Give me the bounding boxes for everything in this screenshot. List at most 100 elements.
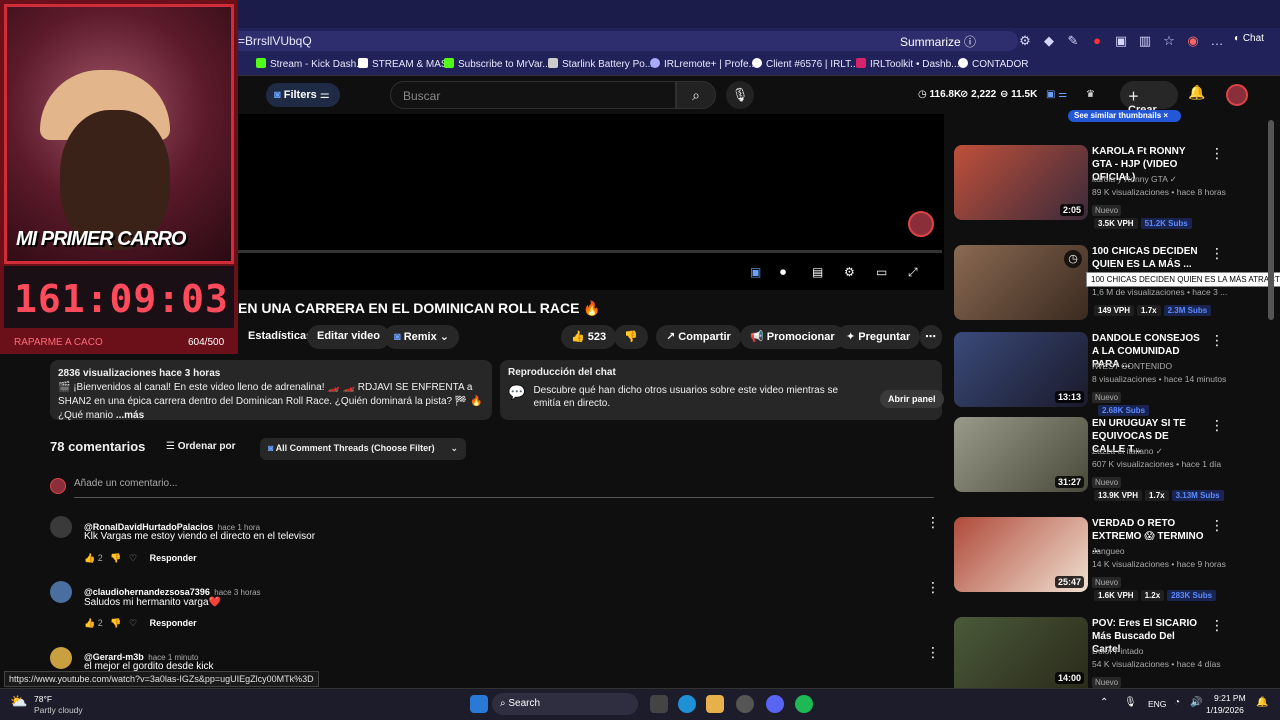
profile-icon[interactable]: ◉: [1184, 32, 1202, 50]
brush-icon[interactable]: ✎: [1064, 32, 1082, 50]
clock-date[interactable]: 1/19/2026: [1206, 705, 1244, 715]
voice-search-button[interactable]: 🎙: [726, 81, 754, 109]
screenshot-icon[interactable]: ▣: [1112, 32, 1130, 50]
thumbs-down-icon[interactable]: 👎: [110, 618, 121, 628]
discord-icon[interactable]: [766, 695, 784, 713]
settings-icon[interactable]: ⚙: [844, 265, 855, 279]
weather-icon[interactable]: ⛅: [10, 693, 27, 710]
menu-icon[interactable]: …: [1208, 32, 1226, 50]
rec-channel[interactable]: Zazza el italiano ✓: [1092, 445, 1163, 458]
rec-channel[interactable]: Dolor Pintado: [1092, 645, 1144, 658]
promote-button[interactable]: 📢 Promocionar: [740, 325, 845, 349]
thumbs-down-icon[interactable]: 👎: [110, 553, 121, 563]
remix-button[interactable]: ◙ Remix ⌄: [384, 325, 460, 349]
volume-icon[interactable]: 🔊: [1190, 697, 1202, 708]
comment-menu-icon[interactable]: ⋮: [926, 514, 940, 531]
filters-button[interactable]: ◙ Filters ⚌: [266, 83, 340, 107]
search-button[interactable]: ⌕: [676, 81, 716, 109]
avatar[interactable]: [1226, 84, 1248, 106]
windows-start-icon[interactable]: [470, 695, 488, 713]
video-progress-bar[interactable]: [236, 250, 942, 253]
like-button[interactable]: 👍 523: [561, 325, 617, 349]
video-thumbnail[interactable]: 25:47: [954, 517, 1088, 592]
edit-video-button[interactable]: Editar video: [307, 325, 390, 349]
reply-button[interactable]: Responder: [150, 553, 197, 563]
extensions-icon[interactable]: ⚙: [1016, 32, 1034, 50]
notification-center-icon[interactable]: 🔔: [1256, 697, 1268, 708]
bookmark[interactable]: Starlink Battery Po...: [548, 58, 653, 70]
vidiq-player-icon[interactable]: ▣: [750, 265, 761, 279]
bookmark[interactable]: Client #6576 | IRLT...: [752, 58, 858, 70]
microphone-icon[interactable]: 🎙: [1124, 697, 1137, 708]
watch-later-icon[interactable]: ◷: [1064, 250, 1082, 268]
bookmark[interactable]: IRLremote+ | Profe...: [650, 58, 757, 70]
video-thumbnail[interactable]: 13:13: [954, 332, 1088, 407]
channel-watermark[interactable]: [908, 211, 934, 237]
video-thumbnail[interactable]: 14:00: [954, 617, 1088, 688]
language-indicator[interactable]: ENG: [1148, 699, 1166, 709]
thumbs-up-icon[interactable]: 👍: [84, 618, 95, 628]
video-thumbnail[interactable]: 2:05: [954, 145, 1088, 220]
dislike-button[interactable]: 👎: [614, 325, 648, 349]
rec-menu-icon[interactable]: ⋮: [1210, 417, 1224, 434]
bookmark[interactable]: Stream - Kick Dash...: [256, 58, 364, 70]
bookmark[interactable]: Subscribe to MrVar...: [444, 58, 551, 70]
more-actions-button[interactable]: ⋯: [920, 325, 942, 349]
comment-author[interactable]: @claudiohernandezsosa7396: [84, 587, 210, 597]
video-description[interactable]: 2836 visualizaciones hace 3 horas 🎬 ¡Bie…: [50, 360, 492, 421]
search-input[interactable]: Buscar: [390, 81, 676, 109]
status-url: https://www.youtube.com/watch?v=3a0las-I…: [4, 671, 319, 687]
obs-icon[interactable]: [736, 695, 754, 713]
tray-chevron-icon[interactable]: ⌃: [1100, 697, 1108, 708]
heart-icon[interactable]: ♡: [129, 553, 137, 563]
comment-filter-dropdown[interactable]: ◙ All Comment Threads (Choose Filter) ⌄: [260, 438, 466, 460]
rec-menu-icon[interactable]: ⋮: [1210, 245, 1224, 262]
rec-channel[interactable]: IWEST CONTENIDO: [1092, 360, 1172, 373]
trophy-icon[interactable]: ♛: [1086, 89, 1095, 100]
autoplay-toggle[interactable]: ⏺: [780, 265, 786, 280]
file-explorer-icon[interactable]: [706, 695, 724, 713]
comment-menu-icon[interactable]: ⋮: [926, 579, 940, 596]
vidiq-icon[interactable]: ▣ ⚌: [1046, 89, 1067, 100]
fullscreen-icon[interactable]: ⤢: [908, 265, 918, 280]
rec-title[interactable]: 100 CHICAS DECIDEN QUIEN ES LA MÁS ...: [1092, 245, 1204, 271]
page-scrollbar[interactable]: [1268, 120, 1274, 320]
show-more-link[interactable]: ...más: [116, 410, 144, 421]
diamond-icon[interactable]: ◆: [1040, 32, 1058, 50]
bookmark[interactable]: CONTADOR: [958, 58, 1028, 70]
theater-mode-icon[interactable]: ▭: [876, 265, 887, 279]
network-icon[interactable]: ◔: [1174, 697, 1180, 708]
copilot-chat-button[interactable]: ◐ Chat: [1234, 33, 1264, 44]
ask-button[interactable]: ✦ Preguntar: [836, 325, 921, 349]
rec-menu-icon[interactable]: ⋮: [1210, 617, 1224, 634]
record-icon[interactable]: ●: [1088, 32, 1106, 50]
summarize-button[interactable]: Summarize ⓘ: [900, 33, 976, 50]
notifications-icon[interactable]: 🔔: [1188, 84, 1205, 101]
bookmark[interactable]: STREAM & MAS: [358, 58, 448, 70]
rec-menu-icon[interactable]: ⋮: [1210, 332, 1224, 349]
task-view-icon[interactable]: [650, 695, 668, 713]
edge-browser-icon[interactable]: [678, 695, 696, 713]
heart-icon[interactable]: ♡: [129, 618, 137, 628]
spotify-icon[interactable]: [795, 695, 813, 713]
video-thumbnail[interactable]: 31:27: [954, 417, 1088, 492]
split-icon[interactable]: ▥: [1136, 32, 1154, 50]
sort-button[interactable]: ☰ Ordenar por: [166, 441, 236, 452]
comment-menu-icon[interactable]: ⋮: [926, 644, 940, 661]
open-panel-button[interactable]: Abrir panel: [880, 390, 944, 408]
rec-channel[interactable]: karola y Ronny GTA ✓: [1092, 173, 1177, 186]
rec-channel[interactable]: Jangueo: [1092, 545, 1125, 558]
share-button[interactable]: ↗ Compartir: [656, 325, 741, 349]
subtitles-icon[interactable]: ▤: [812, 265, 823, 279]
favorites-icon[interactable]: ☆: [1160, 32, 1178, 50]
rec-menu-icon[interactable]: ⋮: [1210, 517, 1224, 534]
bookmark[interactable]: IRLToolkit • Dashb...: [856, 58, 959, 70]
see-similar-thumbnails-button[interactable]: See similar thumbnails ×: [1068, 110, 1181, 122]
thumbs-up-icon[interactable]: 👍: [84, 553, 95, 563]
taskbar-search[interactable]: ⌕ Search: [492, 693, 638, 715]
clock-time[interactable]: 9:21 PM: [1214, 693, 1246, 703]
add-comment-input[interactable]: Añade un comentario...: [74, 478, 934, 498]
rec-menu-icon[interactable]: ⋮: [1210, 145, 1224, 162]
reply-button[interactable]: Responder: [150, 618, 197, 628]
create-button[interactable]: ＋ Crear: [1120, 81, 1178, 116]
